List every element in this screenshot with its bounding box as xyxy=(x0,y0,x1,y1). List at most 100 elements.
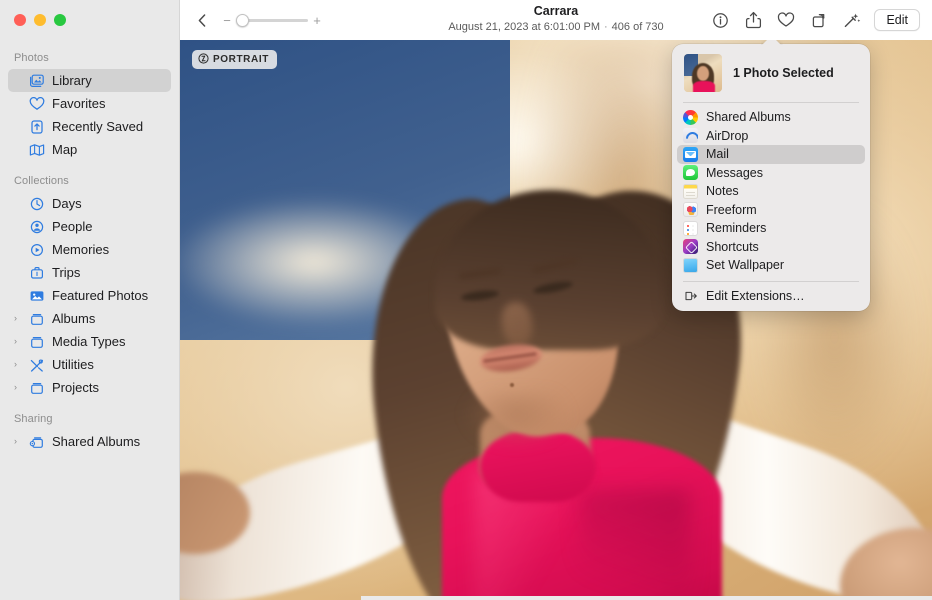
selection-title: 1 Photo Selected xyxy=(733,66,834,80)
share-item-reminders[interactable]: Reminders xyxy=(677,219,865,238)
metadata-separator: · xyxy=(600,21,612,33)
portrait-badge-label: PORTRAIT xyxy=(213,54,269,65)
messages-app-icon xyxy=(683,165,698,180)
sidebar-item-days[interactable]: Days xyxy=(8,192,171,215)
beauty-mark xyxy=(510,383,514,387)
sidebar-item-media-types[interactable]: › Media Types xyxy=(8,330,171,353)
auto-enhance-icon[interactable] xyxy=(838,7,866,33)
sidebar-item-featured-photos[interactable]: Featured Photos xyxy=(8,284,171,307)
sidebar-item-recently-saved[interactable]: Recently Saved xyxy=(8,115,171,138)
extensions-icon xyxy=(683,288,698,303)
share-item-airdrop[interactable]: AirDrop xyxy=(677,127,865,146)
sidebar-item-map[interactable]: Map xyxy=(8,138,171,161)
share-item-label: Reminders xyxy=(706,221,766,235)
close-button[interactable] xyxy=(14,14,26,26)
selected-photo-thumbnail xyxy=(684,54,722,92)
photos-window: Photos Library Favorites xyxy=(0,0,932,600)
share-item-messages[interactable]: Messages xyxy=(677,164,865,183)
info-icon[interactable] xyxy=(706,7,734,33)
share-item-mail[interactable]: Mail xyxy=(677,145,865,164)
portrait-badge[interactable]: PORTRAIT xyxy=(192,50,277,69)
chevron-right-icon[interactable]: › xyxy=(14,314,26,323)
toolbar-actions: Edit xyxy=(706,7,920,33)
recently-saved-icon xyxy=(27,119,46,135)
aperture-icon xyxy=(198,53,209,67)
share-item-label: Set Wallpaper xyxy=(706,258,784,272)
photo-date: August 21, 2023 at 6:01:00 PM xyxy=(448,21,600,33)
utilities-tools-icon xyxy=(27,357,46,373)
album-folder-icon xyxy=(27,311,46,327)
share-popover: 1 Photo Selected Shared Albums AirDrop xyxy=(672,44,870,311)
photo-index: 406 of 730 xyxy=(612,21,664,33)
favorite-heart-icon[interactable] xyxy=(772,7,800,33)
set-wallpaper-icon xyxy=(683,258,698,273)
photos-library-icon xyxy=(27,73,46,89)
shirt-shadow xyxy=(580,490,690,600)
chin-shadow xyxy=(462,392,572,448)
share-item-label: Messages xyxy=(706,166,763,180)
sidebar-item-trips[interactable]: Trips xyxy=(8,261,171,284)
sidebar-item-label: Days xyxy=(52,196,82,211)
sidebar-item-label: People xyxy=(52,219,92,234)
sidebar-item-albums[interactable]: › Albums xyxy=(8,307,171,330)
sidebar-list: Photos Library Favorites xyxy=(0,36,179,453)
share-item-set-wallpaper[interactable]: Set Wallpaper xyxy=(677,256,865,275)
album-folder-icon xyxy=(27,380,46,396)
sidebar-section-collections: Collections xyxy=(0,161,179,192)
share-item-shared-albums[interactable]: Shared Albums xyxy=(677,108,865,127)
shortcuts-app-icon xyxy=(683,239,698,254)
zoom-in-label[interactable]: + xyxy=(310,14,324,27)
popover-footer-divider xyxy=(683,281,859,282)
share-item-label: Shared Albums xyxy=(706,110,791,124)
sidebar-item-label: Albums xyxy=(52,311,95,326)
rotate-icon[interactable] xyxy=(805,7,833,33)
sidebar-item-shared-albums[interactable]: › Shared Albums xyxy=(8,430,171,453)
sidebar-section-photos: Photos xyxy=(0,50,179,69)
share-item-label: Notes xyxy=(706,184,739,198)
share-item-freeform[interactable]: Freeform xyxy=(677,201,865,220)
mail-app-icon xyxy=(683,147,698,162)
edit-button[interactable]: Edit xyxy=(874,9,920,31)
photo-viewer[interactable]: PORTRAIT 1 Photo Selected Shared Al xyxy=(180,40,932,600)
toolbar-left-group: − + xyxy=(188,7,324,33)
bottom-edge xyxy=(361,596,932,600)
share-item-label: AirDrop xyxy=(706,129,748,143)
share-item-notes[interactable]: Notes xyxy=(677,182,865,201)
zoom-out-label[interactable]: − xyxy=(220,14,234,27)
album-folder-icon xyxy=(27,334,46,350)
person-circle-icon xyxy=(27,219,46,235)
sidebar-item-library[interactable]: Library xyxy=(8,69,171,92)
sidebar-item-projects[interactable]: › Projects xyxy=(8,376,171,399)
sidebar-item-label: Featured Photos xyxy=(52,288,148,303)
chevron-right-icon[interactable]: › xyxy=(14,437,26,446)
sidebar-item-utilities[interactable]: › Utilities xyxy=(8,353,171,376)
zoom-button[interactable] xyxy=(54,14,66,26)
share-icon[interactable] xyxy=(739,7,767,33)
sidebar-item-label: Utilities xyxy=(52,357,94,372)
edit-extensions-label: Edit Extensions… xyxy=(706,289,805,303)
chevron-right-icon[interactable]: › xyxy=(14,383,26,392)
shared-album-icon xyxy=(27,434,46,450)
share-item-shortcuts[interactable]: Shortcuts xyxy=(677,238,865,257)
sidebar-item-label: Recently Saved xyxy=(52,119,143,134)
chevron-left-icon[interactable] xyxy=(188,7,216,33)
chevron-right-icon[interactable]: › xyxy=(14,360,26,369)
zoom-slider[interactable]: − + xyxy=(220,14,324,27)
chevron-right-icon[interactable]: › xyxy=(14,337,26,346)
clock-icon xyxy=(27,196,46,212)
sidebar-item-memories[interactable]: Memories xyxy=(8,238,171,261)
sidebar-item-favorites[interactable]: Favorites xyxy=(8,92,171,115)
sidebar-item-people[interactable]: People xyxy=(8,215,171,238)
sidebar: Photos Library Favorites xyxy=(0,0,180,600)
suitcase-icon xyxy=(27,265,46,281)
share-item-label: Freeform xyxy=(706,203,757,217)
sidebar-item-label: Shared Albums xyxy=(52,434,140,449)
window-controls xyxy=(0,0,179,36)
zoom-slider-knob[interactable] xyxy=(236,14,249,27)
edit-extensions-item[interactable]: Edit Extensions… xyxy=(677,287,865,306)
sidebar-item-label: Media Types xyxy=(52,334,125,349)
minimize-button[interactable] xyxy=(34,14,46,26)
zoom-slider-track[interactable] xyxy=(236,19,308,22)
map-icon xyxy=(27,142,46,158)
toolbar: − + Carrara August 21, 2023 at 6:01:00 P… xyxy=(180,0,932,40)
